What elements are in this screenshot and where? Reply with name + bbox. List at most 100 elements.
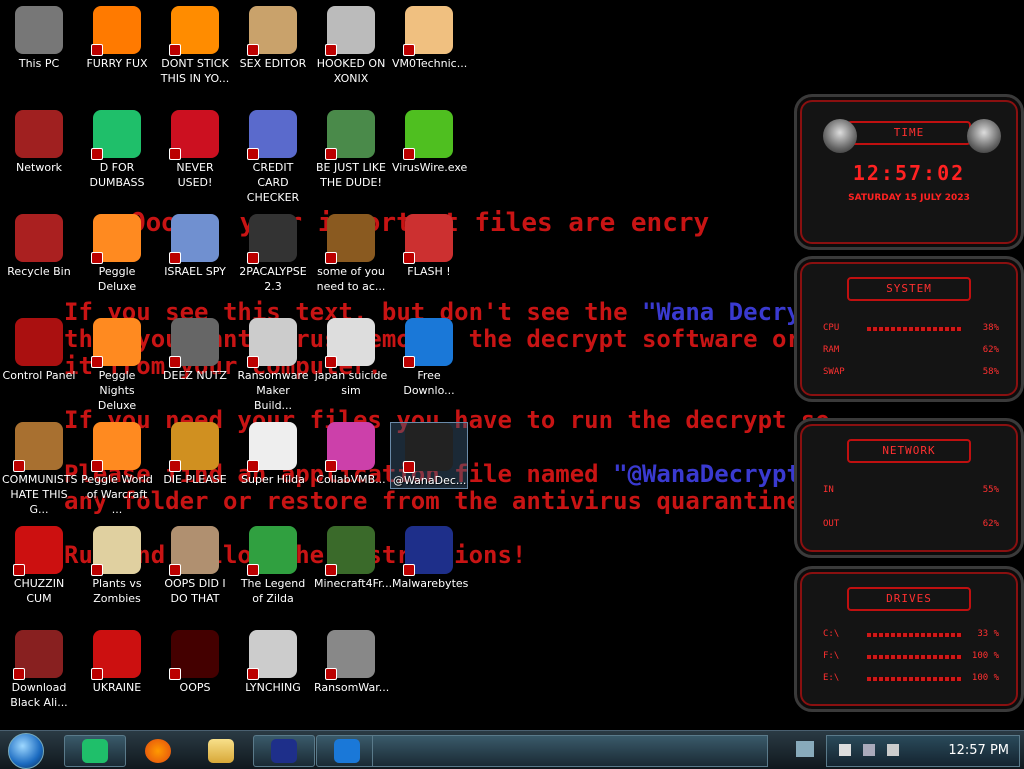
- desktop-icon[interactable]: Malwarebytes: [390, 526, 468, 591]
- desktop-icon[interactable]: RansomWar...: [312, 630, 390, 695]
- desktop-icon[interactable]: HOOKED ON XONIX: [312, 6, 390, 86]
- show-desktop-icon[interactable]: [796, 741, 814, 757]
- taskbar-app-button[interactable]: [316, 735, 378, 767]
- desktop-icon[interactable]: D FOR DUMBASS: [78, 110, 156, 190]
- desktop-icon-label: CHUZZIN CUM: [13, 577, 65, 605]
- desktop-icon[interactable]: FLASH !: [390, 214, 468, 279]
- shortcut-arrow-icon: [169, 44, 181, 56]
- shortcut-arrow-icon: [325, 356, 337, 368]
- start-button[interactable]: [8, 733, 44, 769]
- swap-value: 58%: [982, 367, 999, 377]
- desktop-icon[interactable]: VM0Technic...: [390, 6, 468, 71]
- app-icon: [169, 422, 219, 472]
- shortcut-arrow-icon: [403, 461, 415, 473]
- shortcut-arrow-icon: [325, 44, 337, 56]
- app-icon: [325, 6, 375, 56]
- shortcut-arrow-icon: [247, 564, 259, 576]
- shortcut-arrow-icon: [403, 356, 415, 368]
- taskbar-app-button[interactable]: [64, 735, 126, 767]
- desktop-icon[interactable]: Plants vs Zombies: [78, 526, 156, 606]
- desktop-icon[interactable]: Recycle Bin: [0, 214, 78, 279]
- desktop-icon-label: OOPS: [179, 681, 211, 694]
- taskbar-app-button[interactable]: [127, 735, 189, 767]
- taskbar-app-button[interactable]: [190, 735, 252, 767]
- ransom-line-part: "Wana Decryp: [641, 298, 816, 326]
- desktop-icon[interactable]: @WanaDec...: [390, 422, 468, 489]
- desktop-icon-label: ISRAEL SPY: [164, 265, 226, 278]
- taskbar-clock[interactable]: 12:57 PM: [948, 743, 1009, 758]
- desktop-icon[interactable]: OOPS DID I DO THAT: [156, 526, 234, 606]
- network-gadget[interactable]: NETWORK IN 55% OUT 62%: [794, 418, 1024, 558]
- desktop-icon[interactable]: Peggle Nights Deluxe: [78, 318, 156, 413]
- desktop-icon[interactable]: The Legend of Zilda: [234, 526, 312, 606]
- desktop-icon-label: CollabVMB...: [316, 473, 386, 486]
- desktop-icon-label: FLASH !: [407, 265, 451, 278]
- app-icon: [91, 422, 141, 472]
- shortcut-arrow-icon: [169, 564, 181, 576]
- system-tray: 12:57 PM: [826, 735, 1020, 767]
- desktop-icon[interactable]: Peggle Deluxe: [78, 214, 156, 294]
- desktop-icon[interactable]: UKRAINE: [78, 630, 156, 695]
- firefox-icon: [145, 739, 171, 763]
- time-gadget[interactable]: TIME 12:57:02 SATURDAY 15 JULY 2023: [794, 94, 1024, 250]
- desktop-icon[interactable]: LYNCHING: [234, 630, 312, 695]
- desktop-icon[interactable]: CollabVMB...: [312, 422, 390, 487]
- desktop-icon[interactable]: Ransomware Maker Build...: [234, 318, 312, 413]
- desktop-icon[interactable]: This PC: [0, 6, 78, 71]
- desktop-icon[interactable]: COMMUNISTS HATE THIS G...: [0, 422, 78, 517]
- desktop-icon[interactable]: DIE PLEASE: [156, 422, 234, 487]
- app-icon: [403, 526, 453, 576]
- app-icon: [91, 6, 141, 56]
- desktop-icon-label: some of you need to ac...: [316, 265, 386, 293]
- shortcut-arrow-icon: [403, 252, 415, 264]
- system-gadget[interactable]: SYSTEM CPU 38% RAM 62% SWAP 58%: [794, 256, 1024, 402]
- desktop-icon[interactable]: FURRY FUX: [78, 6, 156, 71]
- desktop-icon[interactable]: Minecraft4Fr...: [312, 526, 392, 591]
- app-icon: [91, 214, 141, 264]
- desktop-icon[interactable]: CHUZZIN CUM: [0, 526, 78, 606]
- desktop-icon[interactable]: some of you need to ac...: [312, 214, 390, 294]
- desktop-icon[interactable]: NEVER USED!: [156, 110, 234, 190]
- desktop-icon[interactable]: Super Hilda: [234, 422, 312, 487]
- ram-value: 62%: [982, 345, 999, 355]
- desktop-icon[interactable]: ISRAEL SPY: [156, 214, 234, 279]
- desktop-icon-label: japan suicide sim: [314, 369, 388, 397]
- network-icon[interactable]: [863, 744, 875, 756]
- taskbar-app-button[interactable]: [253, 735, 315, 767]
- cpu-label: CPU: [823, 323, 840, 333]
- desktop-icon[interactable]: OOPS: [156, 630, 234, 695]
- taskbar-strip[interactable]: [372, 735, 768, 767]
- app-icon: [247, 6, 297, 56]
- desktop-icon[interactable]: DONT STICK THIS IN YO...: [156, 6, 234, 86]
- app-icon: [169, 110, 219, 160]
- shortcut-arrow-icon: [247, 460, 259, 472]
- desktop-icon-label: FURRY FUX: [86, 57, 148, 70]
- desktop-icon[interactable]: DEEZ NUTZ: [156, 318, 234, 383]
- desktop-icon-label: UKRAINE: [92, 681, 142, 694]
- app-icon: [15, 214, 63, 262]
- drives-gadget[interactable]: DRIVES C:\ 33 % F:\ 100 % E:\ 100 %: [794, 566, 1024, 712]
- drive-bar: [867, 655, 962, 659]
- flag-icon[interactable]: [839, 744, 851, 756]
- desktop-icon[interactable]: SEX EDITOR: [234, 6, 312, 71]
- desktop-icon[interactable]: Free Downlo...: [390, 318, 468, 398]
- drive-row: C:\ 33 %: [797, 625, 1021, 647]
- gadget-title: SYSTEM: [847, 277, 971, 301]
- desktop-icon-label: LYNCHING: [245, 681, 301, 694]
- desktop-icon[interactable]: 2PACALYPSE 2.3: [234, 214, 312, 294]
- desktop-icon[interactable]: Network: [0, 110, 78, 175]
- desktop-icon[interactable]: VirusWire.exe: [390, 110, 468, 175]
- shortcut-arrow-icon: [247, 668, 259, 680]
- desktop-icon[interactable]: CREDIT CARD CHECKER: [234, 110, 312, 205]
- drive-bar: [867, 677, 962, 681]
- desktop-icon[interactable]: Peggle World of Warcraft ...: [78, 422, 156, 517]
- desktop-icon[interactable]: Control Panel: [0, 318, 78, 383]
- desktop-icon-label: Peggle Nights Deluxe: [97, 369, 137, 412]
- volume-icon[interactable]: [887, 744, 899, 756]
- desktop-icon[interactable]: japan suicide sim: [312, 318, 390, 398]
- desktop-icon[interactable]: BE JUST LIKE THE DUDE!: [312, 110, 390, 190]
- desktop-icon-label: NEVER USED!: [176, 161, 214, 189]
- desktop-icon-label: Download Black Ali...: [10, 681, 68, 709]
- shortcut-arrow-icon: [13, 668, 25, 680]
- desktop-icon[interactable]: Download Black Ali...: [0, 630, 78, 710]
